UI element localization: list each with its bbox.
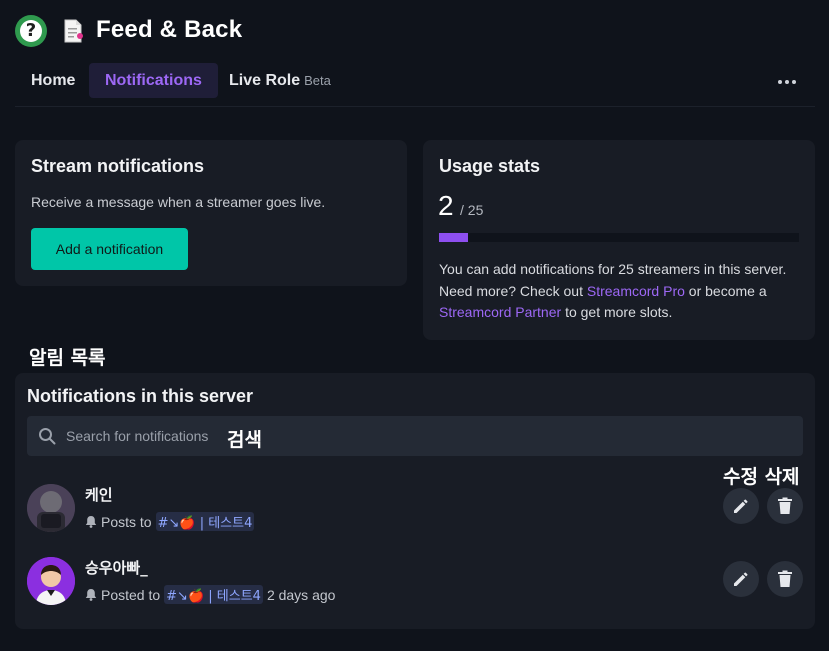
beta-badge: Beta bbox=[304, 73, 331, 88]
tab-label: Home bbox=[31, 71, 76, 89]
channel-mention[interactable]: #↘🍎 | 테스트4 bbox=[164, 585, 263, 604]
stream-card-title: Stream notifications bbox=[31, 156, 205, 176]
row-prefix: Posts to bbox=[101, 513, 152, 530]
row-name: 케인 bbox=[85, 486, 113, 504]
tab-label: Live Role bbox=[229, 71, 301, 89]
usage-text-1: You can add notifications for 25 streame… bbox=[439, 261, 787, 277]
tab-live-role[interactable]: Live Role Beta bbox=[213, 63, 347, 98]
question-mark-icon: ? bbox=[20, 20, 42, 42]
avatar bbox=[27, 557, 75, 605]
bell-icon bbox=[85, 516, 97, 528]
usage-limit: / 25 bbox=[460, 202, 484, 218]
usage-count: 2 bbox=[438, 190, 454, 221]
app-logo: ? bbox=[15, 15, 47, 47]
streamcord-partner-link[interactable]: Streamcord Partner bbox=[439, 304, 561, 320]
trash-icon bbox=[778, 497, 792, 514]
stream-card-description: Receive a message when a streamer goes l… bbox=[31, 194, 326, 210]
usage-description: You can add notifications for 25 streame… bbox=[439, 259, 809, 324]
usage-progress-fill bbox=[439, 233, 468, 242]
usage-progress-track bbox=[439, 233, 799, 242]
app-title: Feed & Back bbox=[96, 16, 243, 43]
usage-text-2: Need more? Check out bbox=[439, 282, 583, 299]
row-time: 2 days ago bbox=[266, 586, 336, 603]
tab-notifications[interactable]: Notifications bbox=[89, 63, 218, 98]
row-name: 승우아빠_ bbox=[85, 559, 148, 577]
channel-mention[interactable]: #↘🍎 | 테스트4 bbox=[155, 512, 255, 531]
bell-icon bbox=[85, 589, 97, 601]
avatar bbox=[27, 484, 75, 532]
actions-annotation: 수정 삭제 bbox=[723, 466, 800, 488]
usage-title: Usage stats bbox=[439, 156, 541, 176]
edit-button[interactable] bbox=[723, 561, 759, 597]
delete-button[interactable] bbox=[767, 561, 803, 597]
pencil-icon bbox=[734, 499, 748, 513]
tab-home[interactable]: Home bbox=[15, 63, 91, 98]
search-placeholder: Search for notifications bbox=[66, 428, 209, 444]
row-meta: Posts to #↘🍎 | 테스트4 bbox=[85, 512, 255, 531]
edit-button[interactable] bbox=[723, 488, 759, 524]
tab-label: Notifications bbox=[105, 71, 202, 89]
streamcord-pro-link[interactable]: Streamcord Pro bbox=[587, 283, 685, 299]
row-meta: Posted to #↘🍎 | 테스트4 2 days ago bbox=[85, 585, 335, 604]
add-notification-button[interactable]: Add a notification bbox=[31, 228, 188, 270]
trash-icon bbox=[778, 570, 792, 587]
document-icon bbox=[64, 19, 83, 43]
search-icon bbox=[39, 428, 56, 445]
row-prefix: Posted to bbox=[101, 586, 161, 603]
usage-text-4: to get more slots. bbox=[565, 304, 673, 320]
more-options-icon[interactable] bbox=[772, 72, 802, 92]
delete-button[interactable] bbox=[767, 488, 803, 524]
list-title: Notifications in this server bbox=[27, 386, 254, 406]
search-annotation: 검색 bbox=[227, 429, 262, 451]
usage-text-3: or become a bbox=[688, 282, 767, 299]
list-annotation: 알림 목록 bbox=[29, 347, 106, 369]
header-divider bbox=[15, 106, 815, 107]
pencil-icon bbox=[734, 572, 748, 586]
